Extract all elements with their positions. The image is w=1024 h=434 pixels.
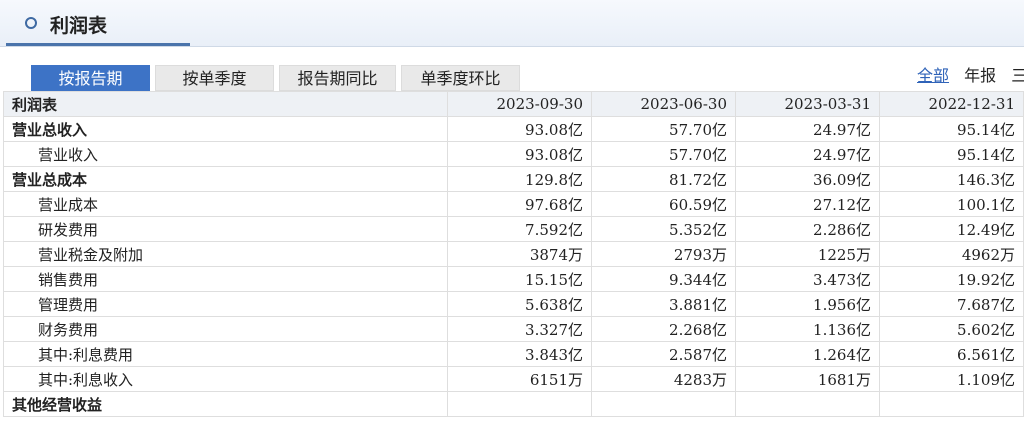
table-row: 其中:利息收入 6151万 4283万 1681万 1.109亿 [3,366,1024,392]
column-date: 2023-03-31 [735,91,880,117]
value-cell: 97.68亿 [447,191,592,217]
value-cell: 19.92亿 [879,266,1024,292]
tab-by-report-period[interactable]: 按报告期 [31,65,150,91]
value-cell: 5.638亿 [447,291,592,317]
column-date: 2023-09-30 [447,91,592,117]
table-row: 研发费用 7.592亿 5.352亿 2.286亿 12.49亿 [3,216,1024,242]
value-cell: 2.286亿 [735,216,880,242]
row-label: 营业税金及附加 [3,241,448,267]
row-label: 营业收入 [3,141,448,167]
value-cell: 5.602亿 [879,316,1024,342]
row-label: 营业成本 [3,191,448,217]
table-row: 营业税金及附加 3874万 2793万 1225万 4962万 [3,241,1024,267]
value-cell: 2.587亿 [591,341,736,367]
value-cell: 3.327亿 [447,316,592,342]
value-cell: 93.08亿 [447,116,592,142]
tab-quarter-qoq[interactable]: 单季度环比 [401,65,520,91]
value-cell: 57.70亿 [591,141,736,167]
value-cell: 3.881亿 [591,291,736,317]
row-label: 其中:利息费用 [3,341,448,367]
value-cell [879,391,1024,417]
table-corner-label: 利润表 [3,91,448,117]
value-cell: 15.15亿 [447,266,592,292]
tab-period-yoy[interactable]: 报告期同比 [279,65,396,91]
page-header: 利润表 [0,0,1024,47]
period-filter: 全部 年报 三 [917,62,1024,86]
value-cell [447,391,592,417]
row-label: 营业总收入 [3,116,448,142]
title-underline [6,43,190,46]
row-label: 销售费用 [3,266,448,292]
row-label: 其他经营收益 [3,391,448,417]
value-cell: 1.956亿 [735,291,880,317]
period-all-link[interactable]: 全部 [917,66,949,85]
value-cell: 95.14亿 [879,141,1024,167]
table-row: 营业总成本 129.8亿 81.72亿 36.09亿 146.3亿 [3,166,1024,192]
value-cell: 4962万 [879,241,1024,267]
value-cell: 3.473亿 [735,266,880,292]
value-cell: 60.59亿 [591,191,736,217]
value-cell: 95.14亿 [879,116,1024,142]
value-cell [591,391,736,417]
value-cell: 1.264亿 [735,341,880,367]
value-cell: 27.12亿 [735,191,880,217]
value-cell: 7.592亿 [447,216,592,242]
value-cell: 146.3亿 [879,166,1024,192]
row-label: 管理费用 [3,291,448,317]
value-cell: 81.72亿 [591,166,736,192]
value-cell [735,391,880,417]
table-row: 营业收入 93.08亿 57.70亿 24.97亿 95.14亿 [3,141,1024,167]
value-cell: 1225万 [735,241,880,267]
value-cell: 3.843亿 [447,341,592,367]
table-row: 管理费用 5.638亿 3.881亿 1.956亿 7.687亿 [3,291,1024,317]
income-statement-table: 利润表 2023-09-30 2023-06-30 2023-03-31 202… [3,91,1024,417]
table-row: 其他经营收益 [3,391,1024,417]
value-cell: 4283万 [591,366,736,392]
row-label: 其中:利息收入 [3,366,448,392]
value-cell: 24.97亿 [735,116,880,142]
value-cell: 1.136亿 [735,316,880,342]
column-date: 2023-06-30 [591,91,736,117]
table-row: 营业总收入 93.08亿 57.70亿 24.97亿 95.14亿 [3,116,1024,142]
value-cell: 24.97亿 [735,141,880,167]
value-cell: 6.561亿 [879,341,1024,367]
period-q3-link[interactable]: 三 [1011,66,1024,85]
value-cell: 57.70亿 [591,116,736,142]
table-header-row: 利润表 2023-09-30 2023-06-30 2023-03-31 202… [3,91,1024,117]
value-cell: 1.109亿 [879,366,1024,392]
value-cell: 12.49亿 [879,216,1024,242]
table-row: 营业成本 97.68亿 60.59亿 27.12亿 100.1亿 [3,191,1024,217]
tab-by-single-quarter[interactable]: 按单季度 [155,65,274,91]
value-cell: 2793万 [591,241,736,267]
row-label: 财务费用 [3,316,448,342]
row-label: 营业总成本 [3,166,448,192]
column-date: 2022-12-31 [879,91,1024,117]
circle-bullet-icon [25,17,37,29]
row-label: 研发费用 [3,216,448,242]
value-cell: 93.08亿 [447,141,592,167]
value-cell: 100.1亿 [879,191,1024,217]
table-row: 财务费用 3.327亿 2.268亿 1.136亿 5.602亿 [3,316,1024,342]
table-row: 其中:利息费用 3.843亿 2.587亿 1.264亿 6.561亿 [3,341,1024,367]
value-cell: 36.09亿 [735,166,880,192]
page-title: 利润表 [50,15,108,37]
value-cell: 2.268亿 [591,316,736,342]
period-annual-link[interactable]: 年报 [964,66,996,85]
value-cell: 9.344亿 [591,266,736,292]
value-cell: 6151万 [447,366,592,392]
value-cell: 3874万 [447,241,592,267]
value-cell: 129.8亿 [447,166,592,192]
value-cell: 5.352亿 [591,216,736,242]
value-cell: 1681万 [735,366,880,392]
table-row: 销售费用 15.15亿 9.344亿 3.473亿 19.92亿 [3,266,1024,292]
value-cell: 7.687亿 [879,291,1024,317]
